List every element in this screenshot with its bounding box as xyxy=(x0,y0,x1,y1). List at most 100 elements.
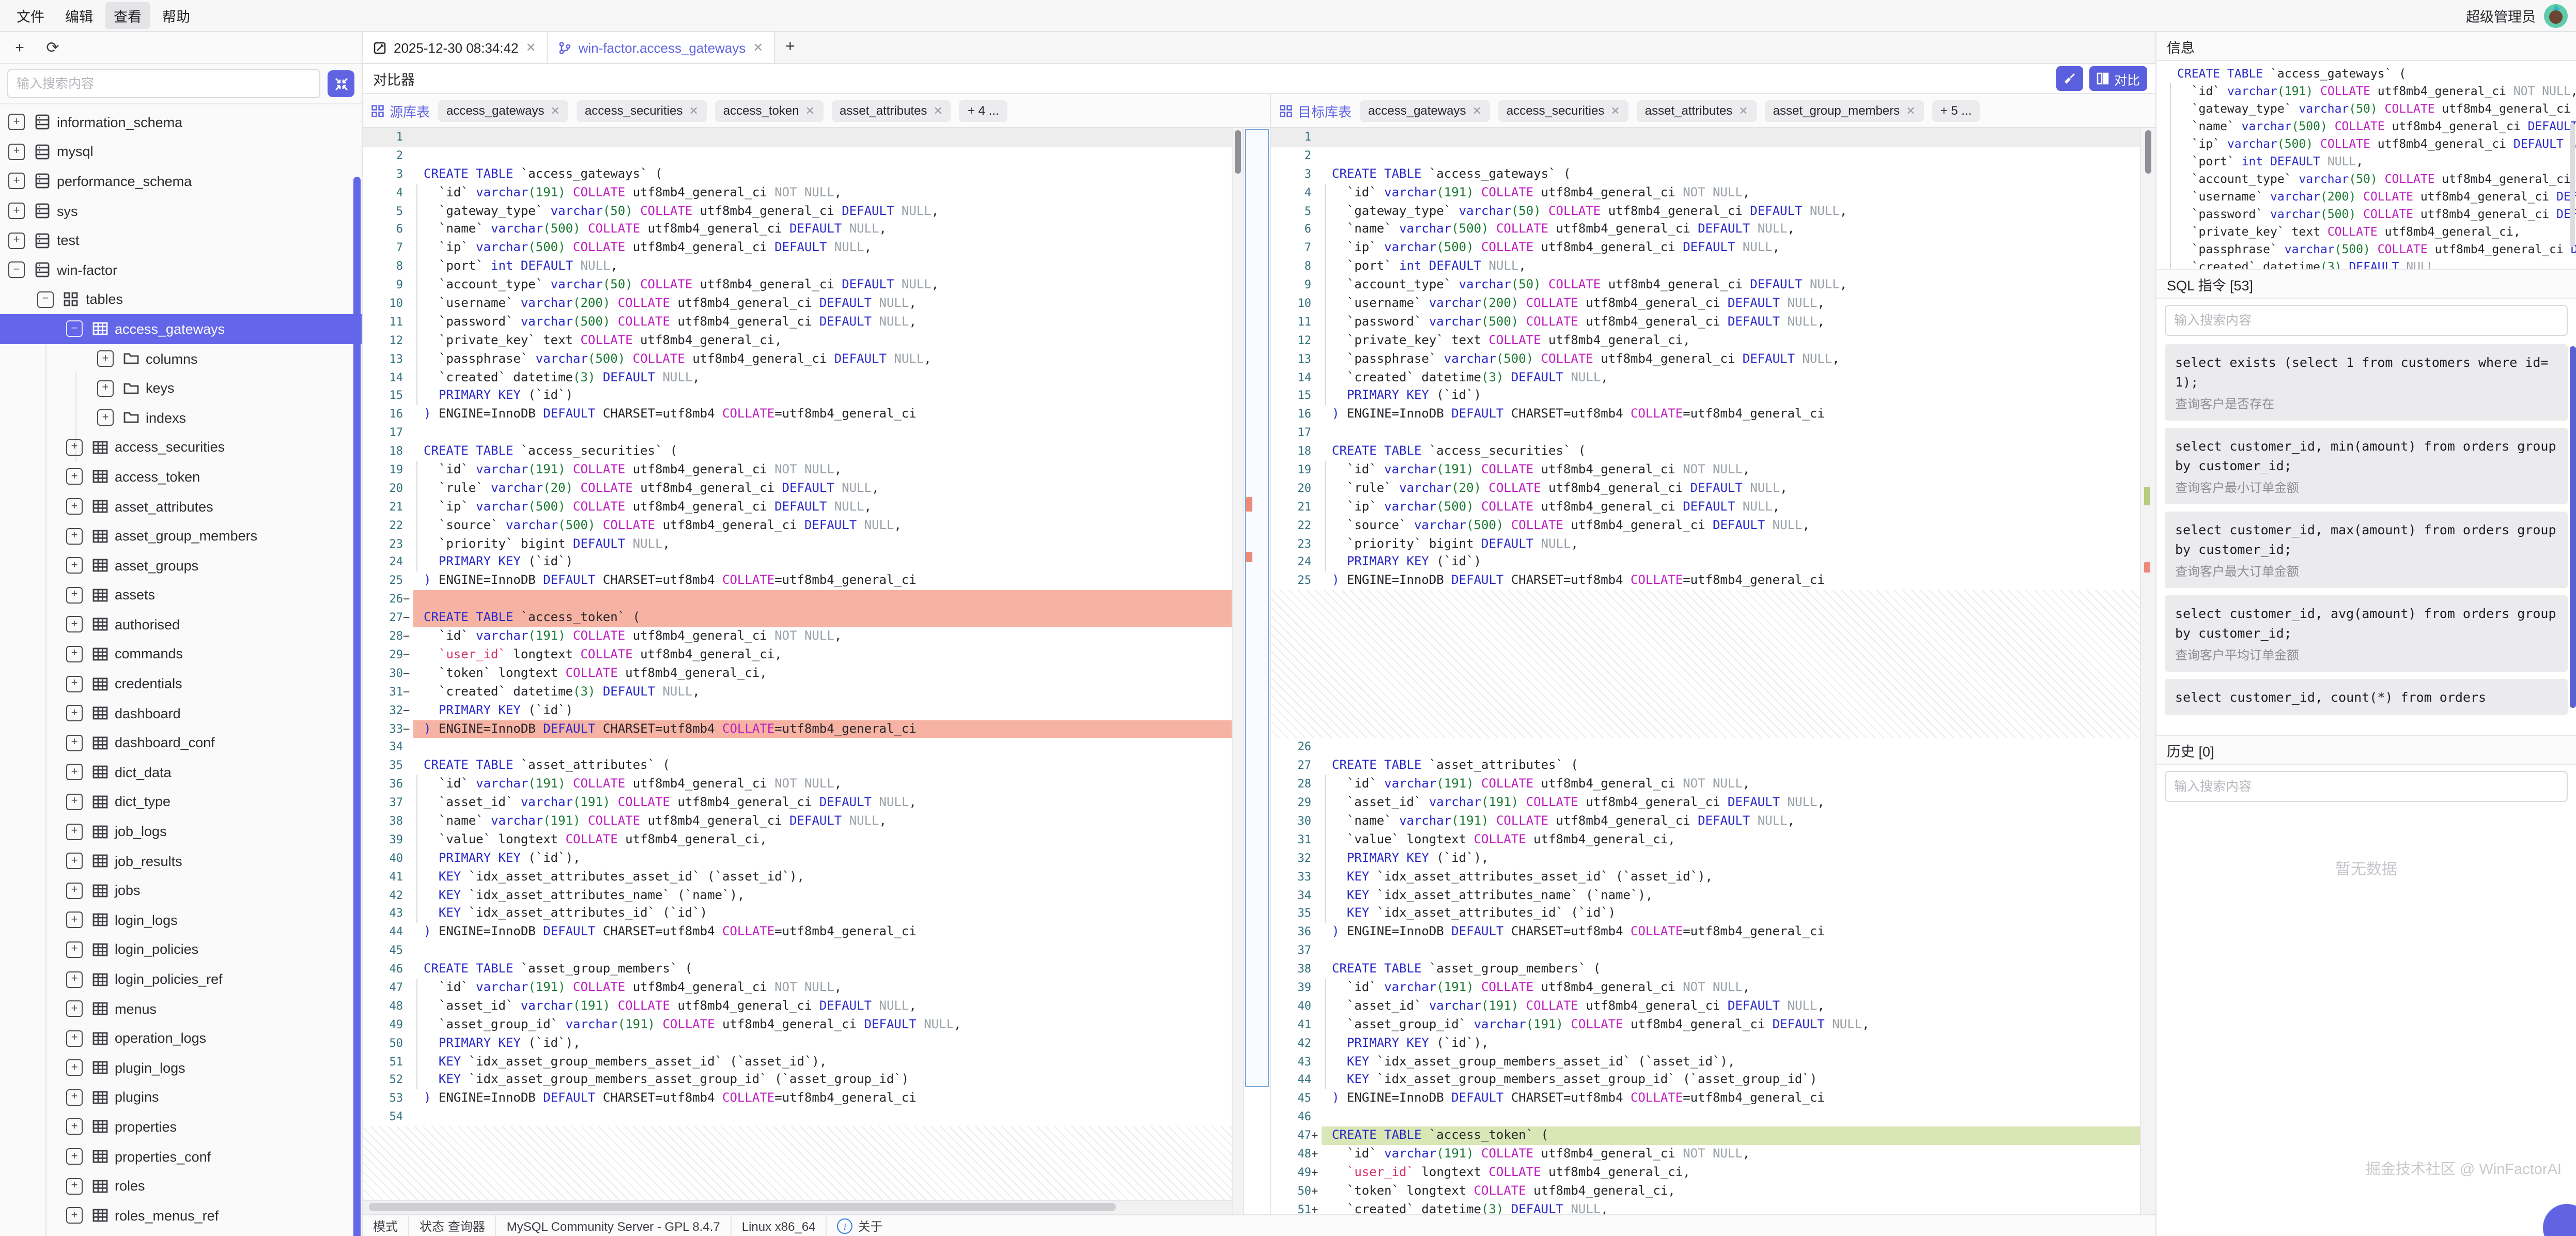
table-chip-access_gateways[interactable]: access_gateways✕ xyxy=(1360,100,1490,121)
sidebar-item-credentials[interactable]: +credentials xyxy=(0,669,362,699)
expand-icon[interactable]: + xyxy=(97,350,114,367)
status-item-3[interactable]: Linux x86_64 xyxy=(732,1215,827,1236)
expand-icon[interactable]: + xyxy=(8,144,25,160)
expand-icon[interactable]: + xyxy=(97,409,114,426)
target-code-pane[interactable]: 1 2 3CREATE TABLE `access_gateways` (4 `… xyxy=(1270,128,2140,1214)
expand-icon[interactable]: + xyxy=(66,469,83,485)
sidebar-item-properties[interactable]: +properties xyxy=(0,1112,362,1141)
sidebar-item-plugins[interactable]: +plugins xyxy=(0,1083,362,1112)
expand-icon[interactable]: + xyxy=(66,735,83,751)
close-icon[interactable]: ✕ xyxy=(933,104,942,117)
expand-icon[interactable]: + xyxy=(66,1000,83,1017)
sidebar-scrollbar[interactable] xyxy=(353,177,361,1236)
status-item-0[interactable]: 模式 xyxy=(363,1215,409,1236)
sidebar-item-win-factor[interactable]: −win-factor xyxy=(0,255,362,285)
target-scroll-thumb[interactable] xyxy=(2145,130,2151,174)
horizontal-scroll-thumb[interactable] xyxy=(369,1203,1116,1211)
close-icon[interactable]: ✕ xyxy=(1472,104,1481,117)
status-item-4[interactable]: i关于 xyxy=(827,1215,893,1236)
table-chip-access_token[interactable]: access_token✕ xyxy=(715,100,823,121)
sidebar-item-login_logs[interactable]: +login_logs xyxy=(0,905,362,935)
info-scrollbar[interactable] xyxy=(2570,123,2575,247)
sidebar-item-sys[interactable]: +sys xyxy=(0,196,362,226)
table-chip-asset_group_members[interactable]: asset_group_members✕ xyxy=(1765,100,1924,121)
table-chip-access_gateways[interactable]: access_gateways✕ xyxy=(438,100,568,121)
expand-icon[interactable]: + xyxy=(8,232,25,249)
table-chip-access_securities[interactable]: access_securities✕ xyxy=(1498,100,1628,121)
sql-snippet-item[interactable]: select customer_id, min(amount) from ord… xyxy=(2165,428,2568,504)
expand-icon[interactable]: + xyxy=(66,675,83,692)
expand-icon[interactable]: + xyxy=(66,971,83,987)
sidebar-item-information_schema[interactable]: +information_schema xyxy=(0,107,362,137)
source-scroll-thumb[interactable] xyxy=(1235,130,1241,174)
expand-icon[interactable]: + xyxy=(66,912,83,929)
close-icon[interactable]: ✕ xyxy=(1610,104,1620,117)
expand-icon[interactable]: + xyxy=(66,1030,83,1046)
minimap-viewport[interactable] xyxy=(1245,129,1269,1087)
tab-2025-12-30 08:34:42[interactable]: 2025-12-30 08:34:42✕ xyxy=(363,32,548,63)
status-item-2[interactable]: MySQL Community Server - GPL 8.4.7 xyxy=(496,1215,732,1236)
expand-icon[interactable]: + xyxy=(66,528,83,544)
close-icon[interactable]: ✕ xyxy=(805,104,815,117)
expand-icon[interactable]: + xyxy=(66,882,83,899)
sidebar-item-plugin_logs[interactable]: +plugin_logs xyxy=(0,1053,362,1083)
target-scroll-ruler[interactable] xyxy=(2140,128,2155,1214)
sidebar-item-roles_menus_ref[interactable]: +roles_menus_ref xyxy=(0,1201,362,1230)
sidebar-item-keys[interactable]: +keys xyxy=(0,374,362,403)
clear-button[interactable] xyxy=(2056,66,2083,91)
compare-button[interactable]: 对比 xyxy=(2089,66,2147,91)
table-chip-access_securities[interactable]: access_securities✕ xyxy=(577,100,707,121)
sidebar-item-access_gateways[interactable]: −access_gateways xyxy=(0,314,362,344)
sidebar-item-login_policies_ref[interactable]: +login_policies_ref xyxy=(0,964,362,994)
close-icon[interactable]: ✕ xyxy=(1906,104,1915,117)
sidebar-item-authorised[interactable]: +authorised xyxy=(0,610,362,639)
expand-icon[interactable]: + xyxy=(66,1089,83,1106)
source-minimap[interactable] xyxy=(1243,128,1270,1214)
close-icon[interactable]: ✕ xyxy=(1739,104,1748,117)
expand-icon[interactable]: + xyxy=(66,764,83,781)
sidebar-item-asset_groups[interactable]: +asset_groups xyxy=(0,551,362,580)
menu-item-帮助[interactable]: 帮助 xyxy=(154,2,198,29)
expand-icon[interactable]: + xyxy=(97,380,114,396)
sidebar-item-dashboard[interactable]: +dashboard xyxy=(0,699,362,728)
user-box[interactable]: 超级管理员 xyxy=(2466,4,2568,27)
sidebar-item-asset_group_members[interactable]: +asset_group_members xyxy=(0,521,362,551)
menu-item-文件[interactable]: 文件 xyxy=(8,2,53,29)
expand-icon[interactable]: + xyxy=(8,173,25,190)
sidebar-item-commands[interactable]: +commands xyxy=(0,639,362,669)
horizontal-scrollbar[interactable] xyxy=(363,1200,1232,1214)
expand-icon[interactable]: + xyxy=(66,616,83,633)
sidebar-item-tables[interactable]: −tables xyxy=(0,285,362,314)
sidebar-item-access_token[interactable]: +access_token xyxy=(0,462,362,491)
snippet-scrollbar[interactable] xyxy=(2570,346,2576,708)
table-chip-asset_attributes[interactable]: asset_attributes✕ xyxy=(1637,100,1757,121)
expand-icon[interactable]: + xyxy=(66,853,83,869)
expand-icon[interactable]: + xyxy=(66,587,83,604)
sidebar-item-job_results[interactable]: +job_results xyxy=(0,846,362,876)
sql-snippet-item[interactable]: select customer_id, max(amount) from ord… xyxy=(2165,512,2568,588)
sidebar-item-sessions[interactable]: +sessions xyxy=(0,1230,362,1236)
expand-icon[interactable]: + xyxy=(66,1178,83,1194)
user-avatar[interactable] xyxy=(2544,4,2568,27)
expand-icon[interactable]: + xyxy=(8,203,25,219)
close-icon[interactable]: ✕ xyxy=(550,104,560,117)
sidebar-item-mysql[interactable]: +mysql xyxy=(0,137,362,166)
expand-icon[interactable]: + xyxy=(66,823,83,840)
sidebar-item-operation_logs[interactable]: +operation_logs xyxy=(0,1024,362,1053)
sidebar-item-dict_type[interactable]: +dict_type xyxy=(0,787,362,816)
collapse-icon[interactable]: − xyxy=(37,291,54,308)
sql-commands-search-input[interactable] xyxy=(2165,305,2568,336)
sidebar-search-input[interactable] xyxy=(7,69,320,98)
sidebar-item-job_logs[interactable]: +job_logs xyxy=(0,817,362,846)
menu-item-查看[interactable]: 查看 xyxy=(105,2,150,29)
source-vertical-scrollbar[interactable] xyxy=(1233,128,1243,1214)
sidebar-item-dict_data[interactable]: +dict_data xyxy=(0,758,362,787)
menu-item-编辑[interactable]: 编辑 xyxy=(57,2,101,29)
expand-icon[interactable]: + xyxy=(66,941,83,958)
expand-icon[interactable]: + xyxy=(66,1119,83,1135)
more-tables-chip[interactable]: + 5 ... xyxy=(1932,100,1980,121)
refresh-icon[interactable]: ⟳ xyxy=(43,38,62,57)
sidebar-item-access_securities[interactable]: +access_securities xyxy=(0,432,362,462)
status-item-1[interactable]: 状态 查询器 xyxy=(409,1215,496,1236)
expand-icon[interactable]: + xyxy=(8,114,25,131)
